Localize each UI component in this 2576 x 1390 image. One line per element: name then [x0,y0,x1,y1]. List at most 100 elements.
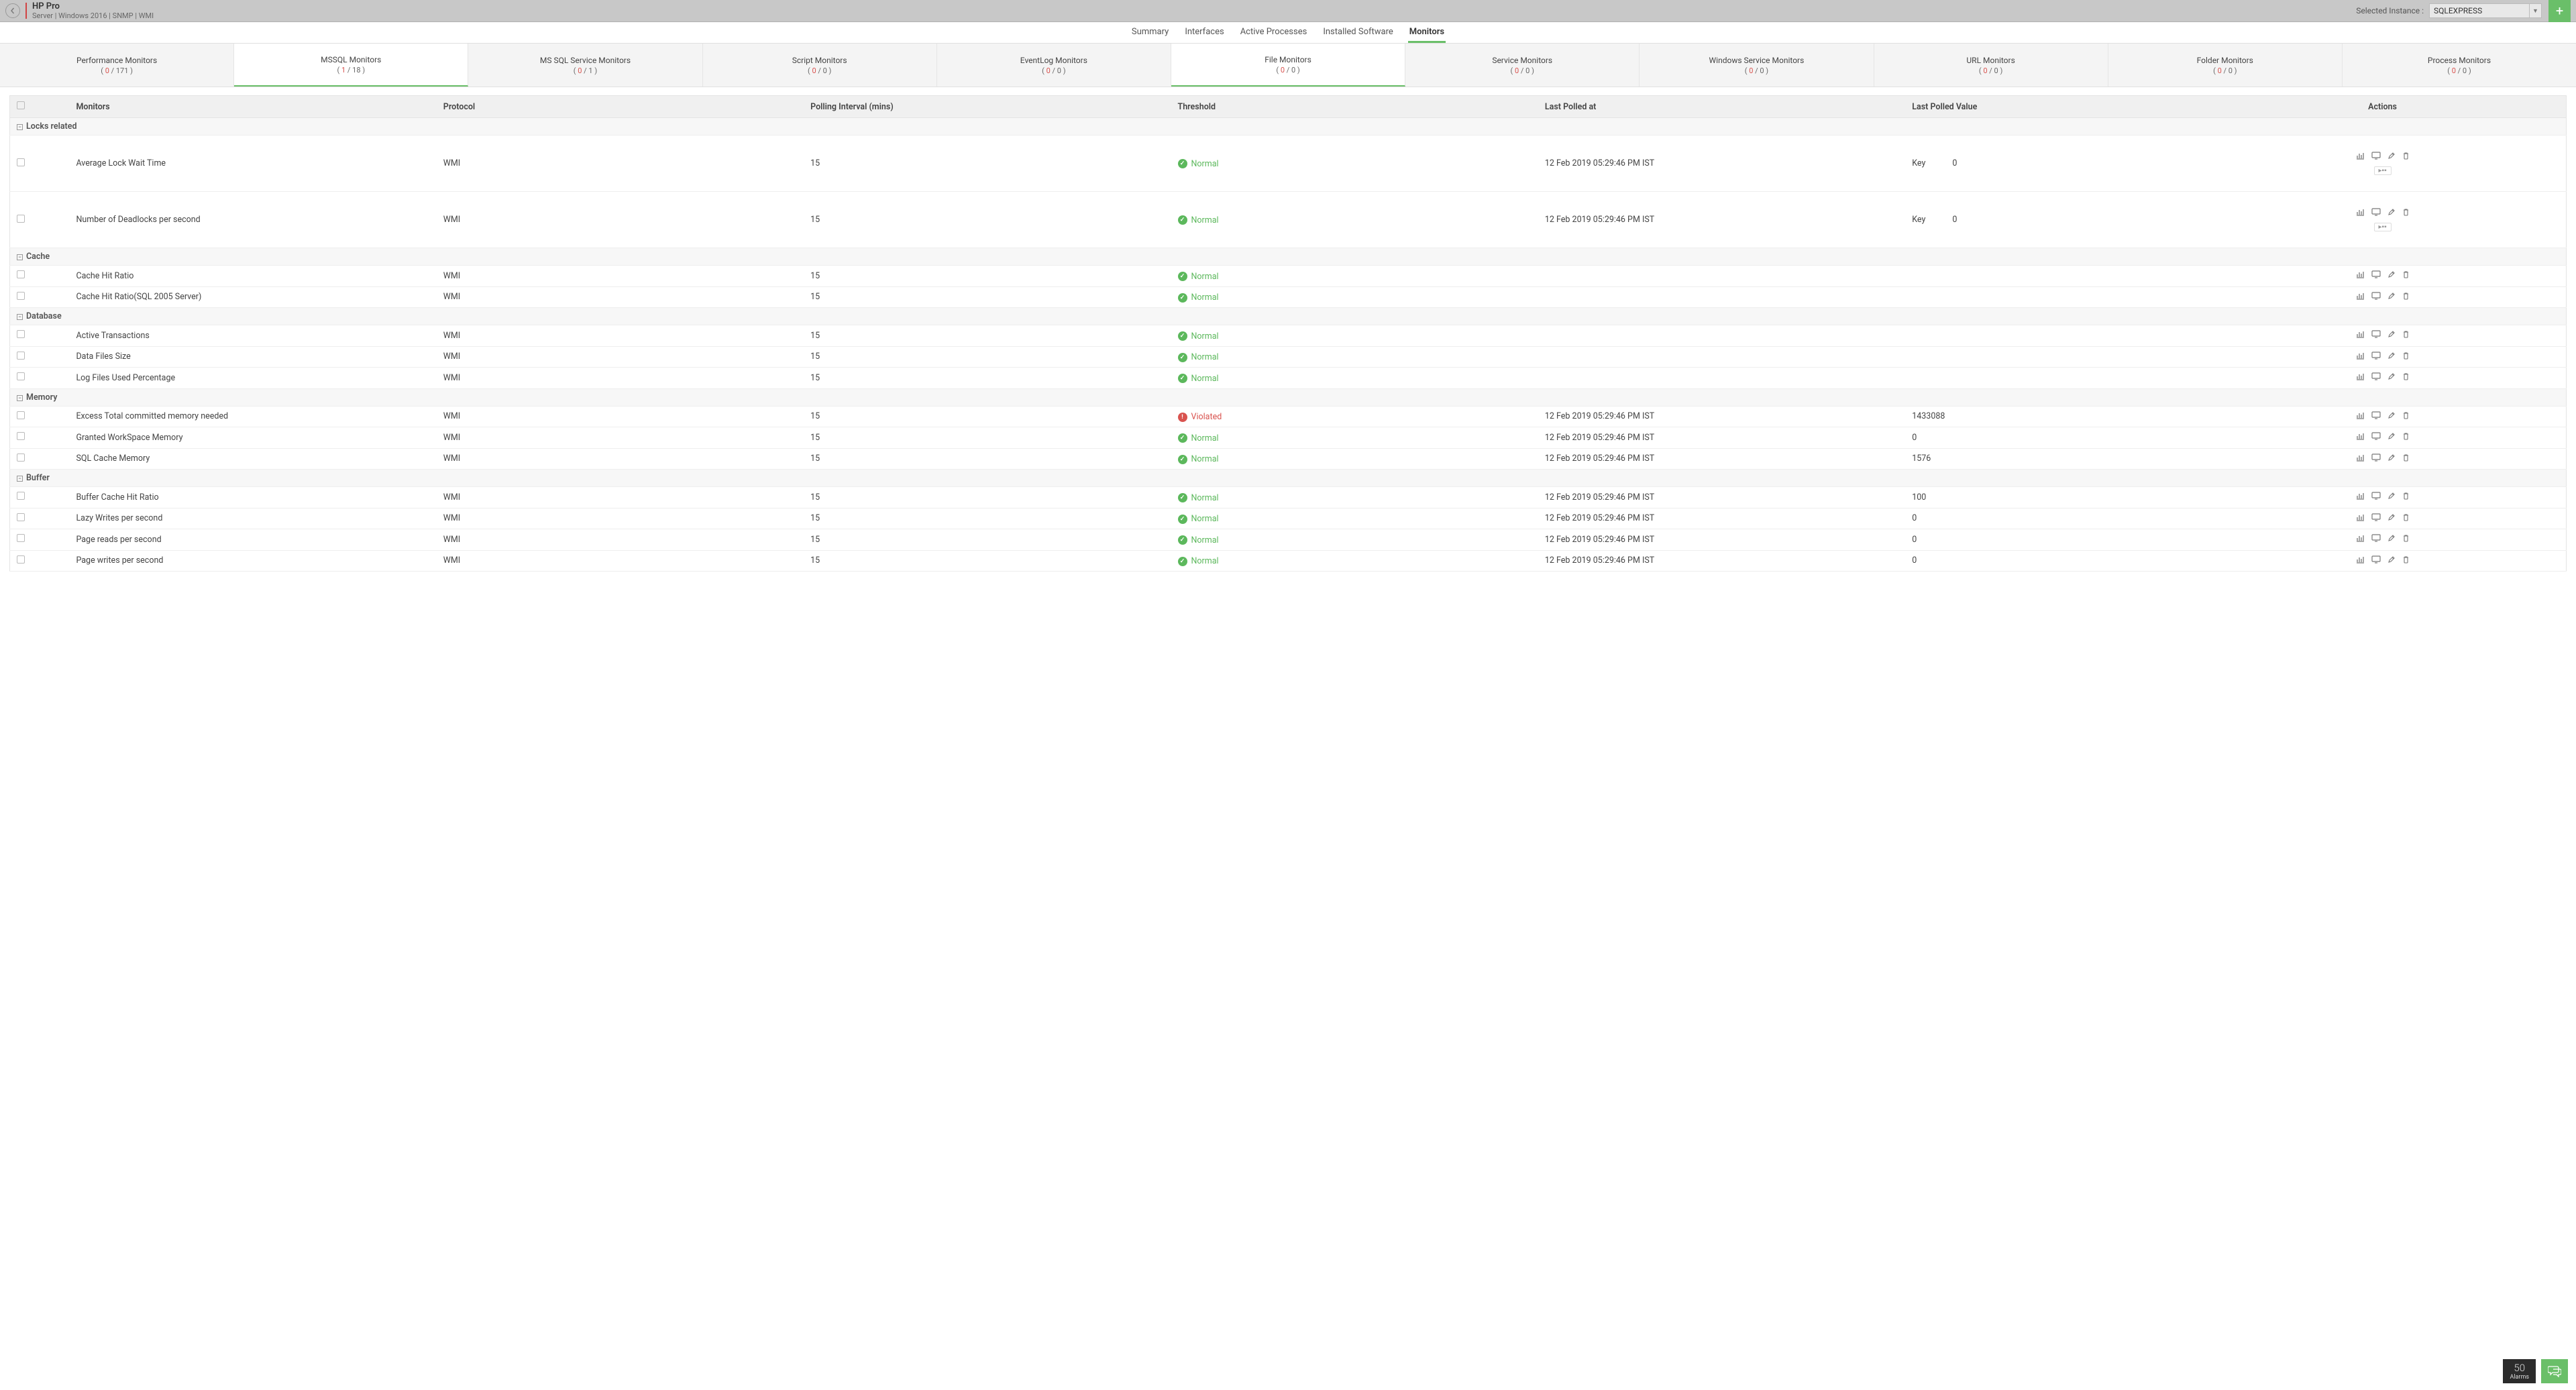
col-monitors[interactable]: Monitors [69,96,436,118]
monitor-icon[interactable] [2371,292,2381,300]
monitor-name[interactable]: Lazy Writes per second [69,508,436,529]
edit-icon[interactable] [2387,208,2396,216]
main-tab-interfaces[interactable]: Interfaces [1183,22,1225,43]
chart-icon[interactable] [2356,208,2365,216]
delete-icon[interactable] [2402,352,2410,360]
row-checkbox[interactable] [17,432,25,440]
alarms-widget[interactable]: 50 Alarms [2503,1359,2536,1383]
chart-icon[interactable] [2356,411,2365,419]
expand-button[interactable]: ▸▪▪ [2374,166,2392,175]
monitor-icon[interactable] [2371,208,2381,216]
delete-icon[interactable] [2402,208,2410,216]
monitor-name[interactable]: Data Files Size [69,346,436,368]
row-checkbox[interactable] [17,453,25,462]
chart-icon[interactable] [2356,292,2365,300]
chart-icon[interactable] [2356,270,2365,278]
sub-tab-service-monitors[interactable]: Service Monitors( 0 / 0 ) [1405,44,1640,87]
monitor-icon[interactable] [2371,432,2381,440]
group-row[interactable]: −Buffer [10,470,2567,487]
chart-icon[interactable] [2356,152,2365,160]
sub-tab-mssql-monitors[interactable]: MSSQL Monitors( 1 / 18 ) [234,44,468,87]
main-tab-active-processes[interactable]: Active Processes [1239,22,1309,43]
monitor-icon[interactable] [2371,352,2381,360]
monitor-name[interactable]: Buffer Cache Hit Ratio [69,487,436,509]
edit-icon[interactable] [2387,270,2396,278]
monitor-name[interactable]: Granted WorkSpace Memory [69,427,436,449]
main-tab-summary[interactable]: Summary [1130,22,1170,43]
col-last-value[interactable]: Last Polled Value [1905,96,2199,118]
sub-tab-process-monitors[interactable]: Process Monitors( 0 / 0 ) [2343,44,2576,87]
monitor-name[interactable]: Page writes per second [69,550,436,572]
monitor-name[interactable]: Excess Total committed memory needed [69,406,436,427]
delete-icon[interactable] [2402,534,2410,542]
delete-icon[interactable] [2402,492,2410,500]
monitor-name[interactable]: Cache Hit Ratio(SQL 2005 Server) [69,286,436,308]
monitor-icon[interactable] [2371,270,2381,278]
edit-icon[interactable] [2387,152,2396,160]
chart-icon[interactable] [2356,330,2365,338]
col-protocol[interactable]: Protocol [437,96,804,118]
delete-icon[interactable] [2402,411,2410,419]
sub-tab-windows-service-monitors[interactable]: Windows Service Monitors( 0 / 0 ) [1640,44,1874,87]
main-tab-installed-software[interactable]: Installed Software [1322,22,1394,43]
select-all-checkbox[interactable] [17,101,25,109]
chart-icon[interactable] [2356,534,2365,542]
edit-icon[interactable] [2387,513,2396,521]
sub-tab-performance-monitors[interactable]: Performance Monitors( 0 / 171 ) [0,44,234,87]
edit-icon[interactable] [2387,292,2396,300]
monitor-name[interactable]: Active Transactions [69,325,436,347]
row-checkbox[interactable] [17,270,25,278]
delete-icon[interactable] [2402,555,2410,564]
monitor-icon[interactable] [2371,372,2381,380]
chat-button[interactable] [2541,1359,2568,1383]
delete-icon[interactable] [2402,372,2410,380]
sub-tab-eventlog-monitors[interactable]: EventLog Monitors( 0 / 0 ) [937,44,1171,87]
monitor-icon[interactable] [2371,330,2381,338]
monitor-name[interactable]: Page reads per second [69,529,436,551]
delete-icon[interactable] [2402,292,2410,300]
delete-icon[interactable] [2402,432,2410,440]
monitor-name[interactable]: Cache Hit Ratio [69,266,436,287]
monitor-icon[interactable] [2371,453,2381,462]
delete-icon[interactable] [2402,270,2410,278]
edit-icon[interactable] [2387,453,2396,462]
sub-tab-file-monitors[interactable]: File Monitors( 0 / 0 ) [1171,44,1405,87]
instance-caret[interactable]: ▼ [2530,3,2542,18]
chart-icon[interactable] [2356,372,2365,380]
sub-tab-url-monitors[interactable]: URL Monitors( 0 / 0 ) [1874,44,2108,87]
monitor-icon[interactable] [2371,555,2381,564]
row-checkbox[interactable] [17,352,25,360]
edit-icon[interactable] [2387,534,2396,542]
monitor-name[interactable]: Number of Deadlocks per second [69,192,436,248]
monitor-name[interactable]: SQL Cache Memory [69,448,436,470]
edit-icon[interactable] [2387,372,2396,380]
edit-icon[interactable] [2387,352,2396,360]
monitor-icon[interactable] [2371,411,2381,419]
edit-icon[interactable] [2387,555,2396,564]
monitor-name[interactable]: Average Lock Wait Time [69,136,436,192]
edit-icon[interactable] [2387,330,2396,338]
group-row[interactable]: −Cache [10,248,2567,266]
row-checkbox[interactable] [17,372,25,380]
edit-icon[interactable] [2387,411,2396,419]
edit-icon[interactable] [2387,492,2396,500]
col-last-polled[interactable]: Last Polled at [1538,96,1905,118]
delete-icon[interactable] [2402,453,2410,462]
group-row[interactable]: −Memory [10,388,2567,406]
chart-icon[interactable] [2356,513,2365,521]
sub-tab-ms-sql-service-monitors[interactable]: MS SQL Service Monitors( 0 / 1 ) [468,44,702,87]
add-button[interactable]: + [2548,0,2571,22]
main-tab-monitors[interactable]: Monitors [1408,22,1446,43]
monitor-name[interactable]: Log Files Used Percentage [69,368,436,389]
row-checkbox[interactable] [17,292,25,300]
row-checkbox[interactable] [17,534,25,542]
delete-icon[interactable] [2402,513,2410,521]
monitor-icon[interactable] [2371,513,2381,521]
col-poll[interactable]: Polling Interval (mins) [804,96,1171,118]
monitor-icon[interactable] [2371,534,2381,542]
chart-icon[interactable] [2356,453,2365,462]
row-checkbox[interactable] [17,411,25,419]
expand-button[interactable]: ▸▪▪ [2374,223,2392,231]
chart-icon[interactable] [2356,432,2365,440]
row-checkbox[interactable] [17,555,25,564]
